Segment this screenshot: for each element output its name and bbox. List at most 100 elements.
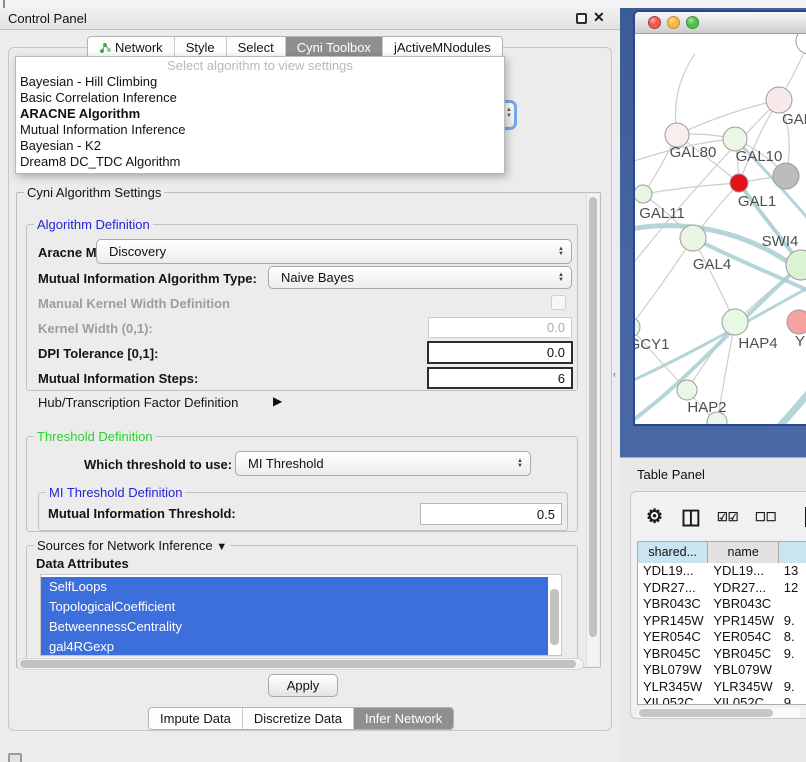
column-header[interactable]: name bbox=[708, 542, 778, 563]
which-threshold-combobox[interactable]: MI Threshold ▲▼ bbox=[235, 451, 531, 476]
split-view-icon[interactable]: ◫ bbox=[681, 505, 701, 530]
checked-columns-icon[interactable]: ☑☑ bbox=[717, 510, 739, 524]
network-graph: GALGAL80GAL10GAL1GAL11SWI4GAL4GCY1HAP4YH… bbox=[635, 34, 806, 426]
table-row[interactable]: YBR045CYBR045C9. bbox=[638, 646, 806, 663]
table-row[interactable]: YBL079WYBL079W bbox=[638, 662, 806, 679]
network-edge-highlighted[interactable] bbox=[635, 286, 806, 384]
table-cell: YPR145W bbox=[708, 613, 778, 630]
table-cell: YIL052C bbox=[638, 695, 708, 705]
expand-right-icon[interactable]: ▶ bbox=[273, 394, 282, 408]
column-header[interactable] bbox=[779, 542, 806, 563]
network-edge[interactable] bbox=[635, 238, 693, 327]
mi-type-combobox[interactable]: Naive Bayes ▲▼ bbox=[268, 266, 572, 289]
list-scrollbar-thumb[interactable] bbox=[550, 589, 559, 645]
table-cell: YLR345W bbox=[708, 679, 778, 696]
settings-horizontal-scrollbar[interactable] bbox=[17, 658, 584, 670]
network-edge-highlighted[interactable] bbox=[773, 386, 806, 426]
table-cell: 8. bbox=[779, 629, 806, 646]
table-row[interactable]: YDL19...YDL19...13 bbox=[638, 563, 806, 580]
close-button[interactable] bbox=[648, 16, 661, 29]
table-cell: YDL19... bbox=[638, 563, 708, 580]
dropdown-item[interactable]: Bayesian - Hill Climbing bbox=[16, 74, 504, 90]
attribute-list-item[interactable]: TopologicalCoefficient bbox=[41, 597, 548, 617]
network-node-hap2[interactable] bbox=[677, 380, 697, 400]
network-edge[interactable] bbox=[643, 183, 739, 194]
dropdown-item[interactable]: Basic Correlation Inference bbox=[16, 90, 504, 106]
tab-infer-network[interactable]: Infer Network bbox=[353, 708, 453, 729]
data-attributes-list[interactable]: SelfLoopsTopologicalCoefficientBetweenne… bbox=[40, 574, 562, 656]
network-node-hap4[interactable] bbox=[722, 309, 748, 335]
table-horizontal-scrollbar[interactable] bbox=[638, 708, 801, 718]
network-node-gal[interactable] bbox=[766, 87, 792, 113]
network-node[interactable] bbox=[773, 163, 799, 189]
hub-section-label[interactable]: Hub/Transcription Factor Definition bbox=[38, 395, 238, 410]
network-node[interactable] bbox=[796, 34, 806, 54]
table-row[interactable]: YIL052CYIL052C9. bbox=[638, 695, 806, 705]
spinner-arrows-icon: ▲▼ bbox=[558, 247, 564, 257]
kernel-width-field[interactable]: 0.0 bbox=[428, 317, 572, 338]
tab-cyni-toolbox[interactable]: Cyni Toolbox bbox=[285, 37, 382, 58]
table-toolbar: ⚙ ◫ ☑☑ ☐☐ bbox=[631, 502, 806, 532]
mi-steps-label: Mutual Information Steps: bbox=[38, 371, 198, 386]
minimize-button[interactable] bbox=[667, 16, 680, 29]
network-view[interactable]: GALGAL80GAL10GAL1GAL11SWI4GAL4GCY1HAP4YH… bbox=[635, 34, 806, 426]
table-row[interactable]: YBR043CYBR043C bbox=[638, 596, 806, 613]
network-node-gcy1[interactable] bbox=[635, 317, 640, 337]
scrollbar-thumb[interactable] bbox=[589, 197, 597, 637]
tab-discretize-data[interactable]: Discretize Data bbox=[242, 708, 353, 729]
manual-kernel-checkbox[interactable] bbox=[551, 295, 566, 310]
dropdown-item[interactable]: Bayesian - K2 bbox=[16, 138, 504, 154]
network-window-titlebar[interactable] bbox=[635, 12, 806, 34]
network-node-y[interactable] bbox=[787, 310, 806, 334]
dock-panel-icon[interactable] bbox=[8, 753, 22, 762]
dpi-tolerance-field[interactable]: 0.0 bbox=[427, 341, 573, 364]
network-edge[interactable] bbox=[635, 100, 779, 274]
scrollbar-thumb[interactable] bbox=[20, 660, 576, 668]
attribute-list-item[interactable]: BetweennessCentrality bbox=[41, 617, 548, 637]
top-strip bbox=[0, 0, 806, 8]
gear-icon[interactable]: ⚙ bbox=[646, 506, 663, 529]
tab-jactivemnodules-label: jActiveMNodules bbox=[394, 37, 491, 58]
sources-title[interactable]: Sources for Network Inference ▼ bbox=[34, 538, 230, 553]
dropdown-item[interactable]: Dream8 DC_TDC Algorithm bbox=[16, 154, 504, 170]
tab-select[interactable]: Select bbox=[226, 37, 285, 58]
mi-steps-field[interactable]: 6 bbox=[427, 367, 573, 389]
scrollbar-thumb[interactable] bbox=[639, 709, 773, 717]
network-window[interactable]: GALGAL80GAL10GAL1GAL11SWI4GAL4GCY1HAP4YH… bbox=[633, 10, 806, 426]
node-label: GAL10 bbox=[736, 148, 783, 165]
tab-impute-data[interactable]: Impute Data bbox=[149, 708, 242, 729]
network-node[interactable] bbox=[730, 174, 748, 192]
settings-vertical-scrollbar[interactable] bbox=[586, 194, 599, 666]
algorithm-dropdown-items: Bayesian - Hill ClimbingBasic Correlatio… bbox=[16, 74, 504, 170]
float-panel-icon[interactable] bbox=[576, 13, 587, 24]
attribute-list-item[interactable]: SelfLoops bbox=[41, 577, 548, 597]
tab-network[interactable]: Network bbox=[88, 37, 174, 58]
column-header[interactable]: shared... bbox=[638, 542, 708, 563]
attribute-list-item[interactable]: gal4RGexp bbox=[41, 637, 548, 656]
table-body: YDL19...YDL19...13YDR27...YDR27...12YBR0… bbox=[638, 563, 806, 705]
network-edge[interactable] bbox=[693, 238, 735, 322]
unchecked-columns-icon[interactable]: ☐☐ bbox=[755, 510, 777, 524]
split-pane-collapse-icon[interactable]: ‹ bbox=[613, 369, 616, 379]
apply-button[interactable]: Apply bbox=[268, 674, 338, 697]
mi-threshold-value: 0.5 bbox=[537, 507, 555, 522]
table-row[interactable]: YLR345WYLR345W9. bbox=[638, 679, 806, 696]
tab-style-label: Style bbox=[186, 37, 215, 58]
aracne-mode-combobox[interactable]: Discovery ▲▼ bbox=[96, 239, 572, 264]
node-table[interactable]: shared...name YDL19...YDL19...13YDR27...… bbox=[637, 541, 806, 705]
network-node-gal11[interactable] bbox=[635, 185, 652, 203]
tab-jactivemnodules[interactable]: jActiveMNodules bbox=[382, 37, 502, 58]
dropdown-item[interactable]: ARACNE Algorithm bbox=[16, 106, 504, 122]
table-cell: YBR043C bbox=[708, 596, 778, 613]
screen: Control Panel ✕ Network Style Select Cyn… bbox=[0, 0, 806, 762]
network-node-gal4[interactable] bbox=[680, 225, 706, 251]
control-panel-title: Control Panel bbox=[8, 11, 87, 26]
tab-style[interactable]: Style bbox=[174, 37, 226, 58]
table-row[interactable]: YPR145WYPR145W9. bbox=[638, 613, 806, 630]
dropdown-item[interactable]: Mutual Information Inference bbox=[16, 122, 504, 138]
mi-threshold-field[interactable]: 0.5 bbox=[420, 503, 562, 525]
table-row[interactable]: YER054CYER054C8. bbox=[638, 629, 806, 646]
zoom-button[interactable] bbox=[686, 16, 699, 29]
table-row[interactable]: YDR27...YDR27...12 bbox=[638, 580, 806, 597]
close-panel-icon[interactable]: ✕ bbox=[593, 9, 605, 26]
